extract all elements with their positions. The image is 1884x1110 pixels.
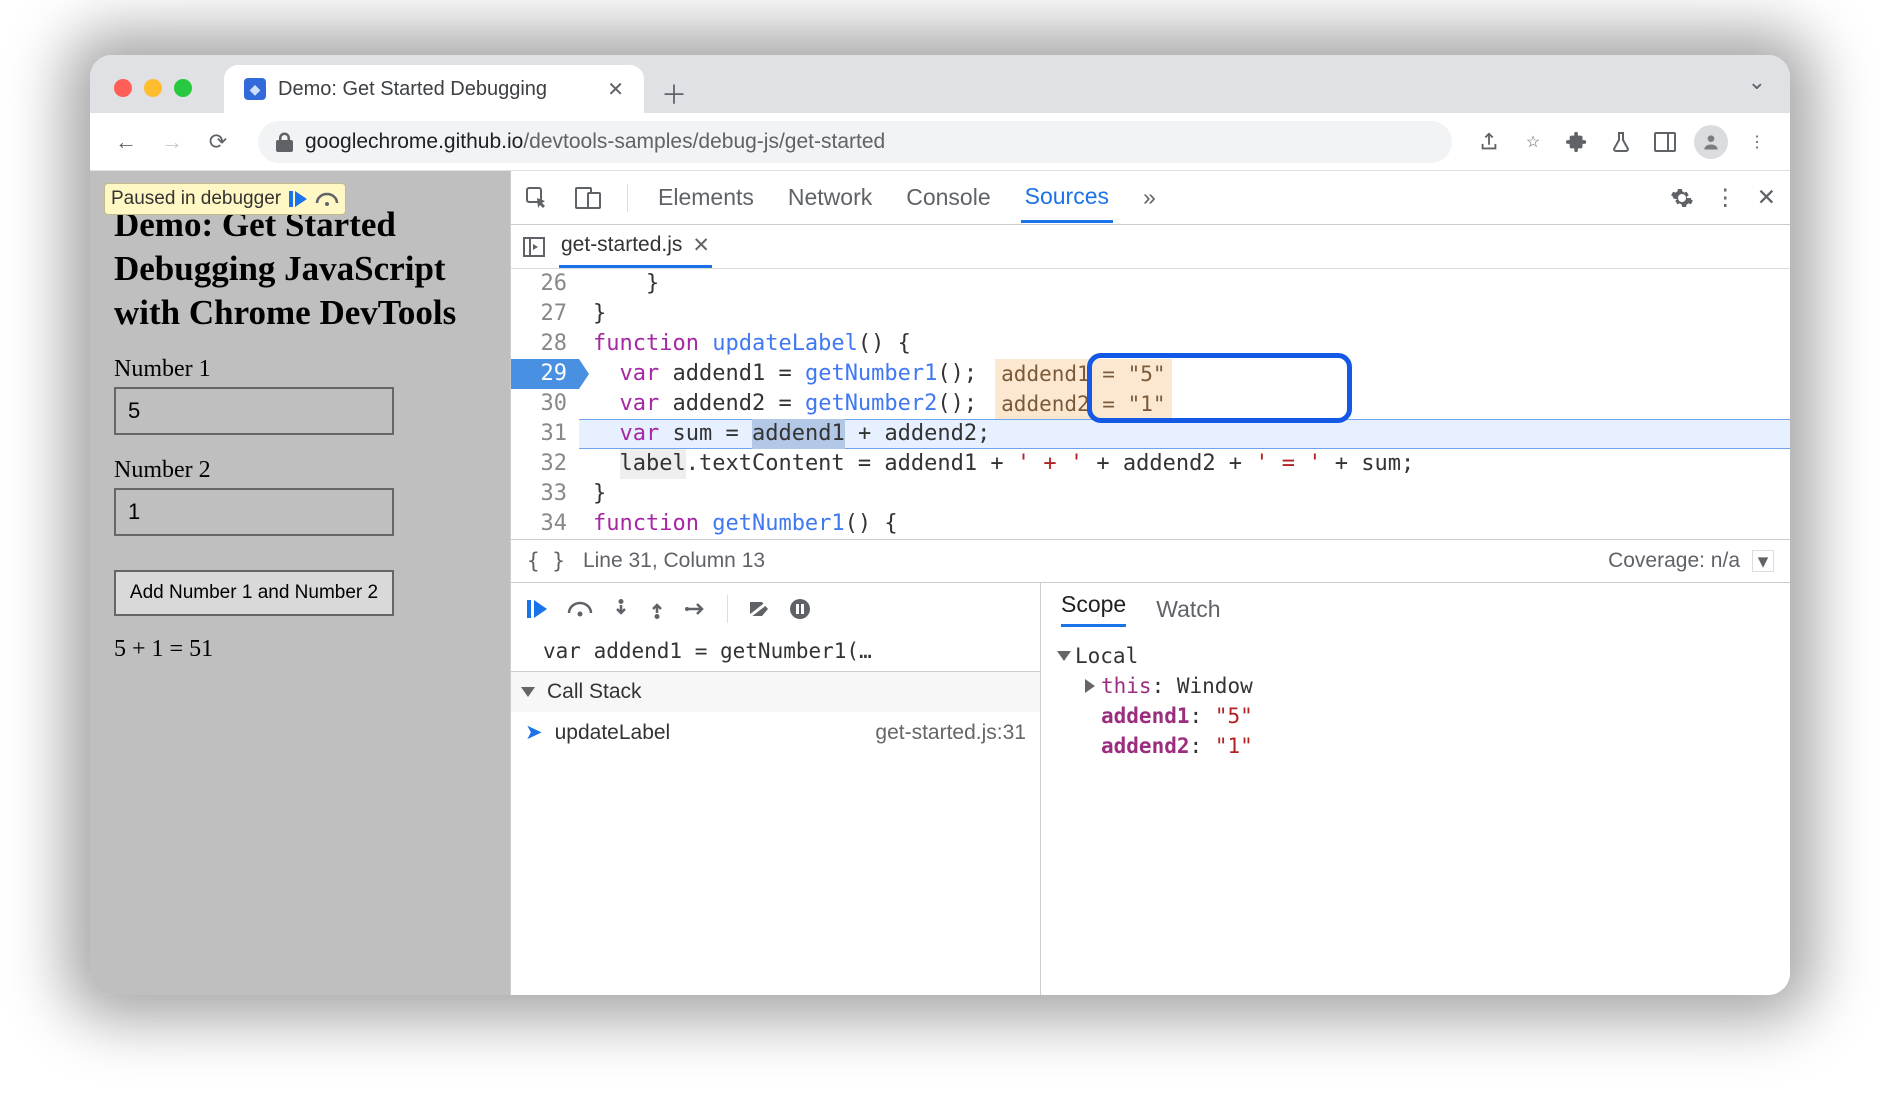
tab-sources[interactable]: Sources	[1021, 173, 1113, 223]
source-file-tabs: get-started.js ✕	[511, 225, 1790, 269]
line-number[interactable]: 26	[511, 269, 579, 299]
browser-toolbar: ← → ⟳ googlechrome.github.io/devtools-sa…	[90, 113, 1790, 171]
paused-snippet: var addend1 = getNumber1(…	[511, 635, 1040, 671]
page-title: Demo: Get Started Debugging JavaScript w…	[114, 203, 486, 334]
line-number[interactable]: 28	[511, 329, 579, 359]
debugger-right-pane: Scope Watch Local this: Window addend1: …	[1041, 583, 1790, 995]
scope-body: Local this: Window addend1: "5" addend2:…	[1041, 635, 1790, 995]
bookmark-star-icon[interactable]: ☆	[1518, 127, 1548, 157]
reload-button[interactable]: ⟳	[200, 124, 236, 160]
add-button[interactable]: Add Number 1 and Number 2	[114, 570, 394, 616]
side-panel-icon[interactable]	[1650, 127, 1680, 157]
line-number[interactable]: 30	[511, 389, 579, 419]
format-braces-icon[interactable]: { }	[527, 549, 565, 573]
watch-tab[interactable]: Watch	[1156, 596, 1220, 623]
browser-tab[interactable]: ◆ Demo: Get Started Debugging ✕	[224, 65, 644, 113]
profile-avatar[interactable]	[1694, 125, 1728, 159]
traffic-lights	[90, 79, 216, 113]
step-button[interactable]	[685, 602, 707, 616]
frame-location: get-started.js:31	[875, 721, 1026, 745]
file-name: get-started.js	[561, 233, 682, 257]
tab-network[interactable]: Network	[784, 174, 876, 221]
back-button[interactable]: ←	[108, 124, 144, 160]
step-out-button[interactable]	[649, 599, 665, 619]
scope-tab[interactable]: Scope	[1061, 591, 1126, 627]
new-tab-button[interactable]: ＋	[654, 73, 694, 113]
number2-label: Number 2	[114, 457, 486, 484]
paused-in-debugger-banner: Paused in debugger	[104, 183, 346, 215]
navigator-toggle-icon[interactable]	[523, 237, 545, 257]
editor-statusbar: { } Line 31, Column 13 Coverage: n/a ▾	[511, 539, 1790, 583]
line-number[interactable]: 31	[511, 419, 579, 449]
inline-value-addend2: addend2 = "1"	[995, 389, 1171, 419]
scope-group[interactable]: Local	[1059, 641, 1772, 671]
tab-title: Demo: Get Started Debugging	[278, 78, 547, 101]
forward-button[interactable]: →	[154, 124, 190, 160]
devtools-panel: Elements Network Console Sources » ⋮ ✕ g…	[510, 171, 1790, 995]
number1-input[interactable]	[114, 387, 394, 435]
paused-text: Paused in debugger	[111, 188, 281, 210]
pause-on-exceptions-button[interactable]	[790, 599, 810, 619]
number2-input[interactable]	[114, 488, 394, 536]
share-icon[interactable]	[1474, 127, 1504, 157]
inspect-icon[interactable]	[525, 186, 549, 210]
line-number[interactable]: 27	[511, 299, 579, 329]
devtools-tabs: Elements Network Console Sources » ⋮ ✕	[511, 171, 1790, 225]
execution-line: 31 var sum = addend1 + addend2;	[511, 419, 1790, 449]
settings-gear-icon[interactable]	[1670, 186, 1694, 210]
debugger-left-pane: var addend1 = getNumber1(… Call Stack ➤ …	[511, 583, 1041, 995]
breakpoint-line-number[interactable]: 29	[511, 359, 579, 389]
step-over-button[interactable]	[567, 600, 593, 618]
url-text: googlechrome.github.io/devtools-samples/…	[305, 130, 885, 154]
lock-icon	[276, 132, 293, 152]
chrome-menu-button[interactable]: ⋮	[1742, 127, 1772, 157]
close-file-button[interactable]: ✕	[692, 233, 710, 258]
resume-button[interactable]	[527, 600, 547, 618]
coverage-toggle-icon[interactable]: ▾	[1752, 550, 1774, 572]
result-text: 5 + 1 = 51	[114, 636, 486, 663]
tab-console[interactable]: Console	[902, 174, 994, 221]
toolbar-right-icons: ☆ ⋮	[1474, 125, 1772, 159]
address-bar[interactable]: googlechrome.github.io/devtools-samples/…	[258, 121, 1452, 163]
tab-elements[interactable]: Elements	[654, 174, 758, 221]
device-toggle-icon[interactable]	[575, 187, 601, 209]
resume-icon[interactable]	[289, 191, 307, 207]
source-editor[interactable]: 26 } 27} 28function updateLabel() { 29 v…	[511, 269, 1790, 539]
callstack-header[interactable]: Call Stack	[511, 671, 1040, 712]
coverage-label: Coverage: n/a	[1608, 549, 1740, 573]
inline-value-addend1: addend1 = "5"	[995, 359, 1171, 389]
favicon-icon: ◆	[244, 78, 266, 100]
callstack-frame[interactable]: ➤ updateLabel get-started.js:31	[511, 712, 1040, 753]
number1-label: Number 1	[114, 356, 486, 383]
browser-window: ◆ Demo: Get Started Debugging ✕ ＋ ⌄ ← → …	[90, 55, 1790, 995]
scope-watch-tabs: Scope Watch	[1041, 583, 1790, 635]
labs-icon[interactable]	[1606, 127, 1636, 157]
debugger-lower-pane: var addend1 = getNumber1(… Call Stack ➤ …	[511, 583, 1790, 995]
cursor-position: Line 31, Column 13	[583, 549, 765, 573]
step-over-icon[interactable]	[315, 191, 339, 207]
devtools-menu-icon[interactable]: ⋮	[1714, 184, 1737, 211]
close-tab-button[interactable]: ✕	[607, 77, 624, 102]
close-devtools-button[interactable]: ✕	[1757, 184, 1776, 211]
extensions-icon[interactable]	[1562, 127, 1592, 157]
frame-function: updateLabel	[555, 721, 671, 745]
file-tab[interactable]: get-started.js ✕	[559, 225, 712, 268]
deactivate-breakpoints-button[interactable]	[748, 600, 770, 618]
close-window-button[interactable]	[114, 79, 132, 97]
line-number[interactable]: 33	[511, 479, 579, 509]
more-tabs-button[interactable]: »	[1139, 174, 1160, 221]
minimize-window-button[interactable]	[144, 79, 162, 97]
demo-page: Paused in debugger Demo: Get Started Deb…	[90, 171, 510, 995]
step-into-button[interactable]	[613, 599, 629, 619]
maximize-window-button[interactable]	[174, 79, 192, 97]
debugger-controls	[511, 583, 1040, 635]
current-frame-arrow-icon: ➤	[525, 720, 543, 745]
line-number[interactable]: 34	[511, 509, 579, 539]
line-number[interactable]: 32	[511, 449, 579, 479]
tab-strip: ◆ Demo: Get Started Debugging ✕ ＋ ⌄	[90, 55, 1790, 113]
content-area: Paused in debugger Demo: Get Started Deb…	[90, 171, 1790, 995]
tabs-dropdown-button[interactable]: ⌄	[1748, 69, 1766, 95]
